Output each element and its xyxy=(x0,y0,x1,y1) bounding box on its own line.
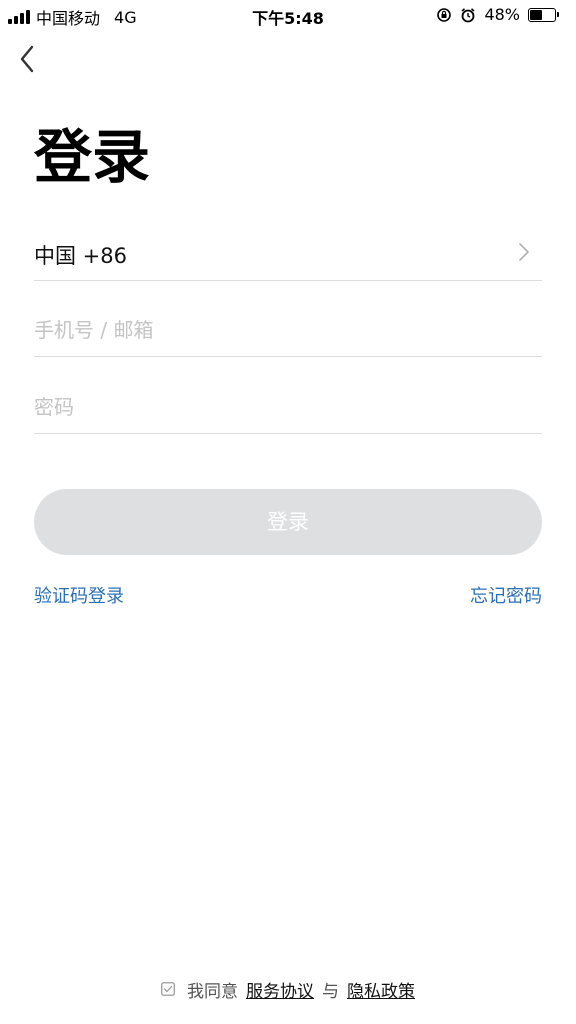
service-agreement-link[interactable]: 服务协议 xyxy=(246,977,314,1002)
battery-percent: 48% xyxy=(484,5,520,24)
checkbox-icon[interactable] xyxy=(161,982,175,996)
login-button[interactable]: 登录 xyxy=(34,489,542,555)
phone-email-input[interactable] xyxy=(34,314,542,346)
orientation-lock-icon xyxy=(437,7,452,22)
agree-prefix: 我同意 xyxy=(187,981,238,1002)
agreement-conjunction: 与 xyxy=(322,981,339,1002)
forgot-password-link[interactable]: 忘记密码 xyxy=(470,582,542,608)
alarm-icon xyxy=(461,7,475,22)
status-bar-right: 48% xyxy=(436,5,559,24)
account-field xyxy=(34,310,542,357)
page-title: 登录 xyxy=(34,123,151,191)
battery-level xyxy=(530,9,543,20)
password-input[interactable] xyxy=(34,391,542,423)
login-screen: 中国移动 4G 下午5:48 48% 登录 中国 +86 手机号 / 邮箱 登录… xyxy=(0,0,576,1024)
agreement-footer: 我同意 服务协议 与 隐私政策 xyxy=(0,976,576,1002)
status-bar: 中国移动 4G 下午5:48 48% xyxy=(0,0,576,30)
privacy-policy-link[interactable]: 隐私政策 xyxy=(347,977,415,1002)
country-code-label: 中国 +86 xyxy=(34,244,127,268)
back-button[interactable] xyxy=(14,42,44,76)
password-field xyxy=(34,387,542,434)
battery-icon xyxy=(528,7,559,22)
country-code-selector[interactable]: 中国 +86 xyxy=(34,232,542,281)
chevron-right-icon xyxy=(519,243,529,261)
sms-login-link[interactable]: 验证码登录 xyxy=(34,582,124,608)
chevron-left-icon xyxy=(20,45,34,73)
